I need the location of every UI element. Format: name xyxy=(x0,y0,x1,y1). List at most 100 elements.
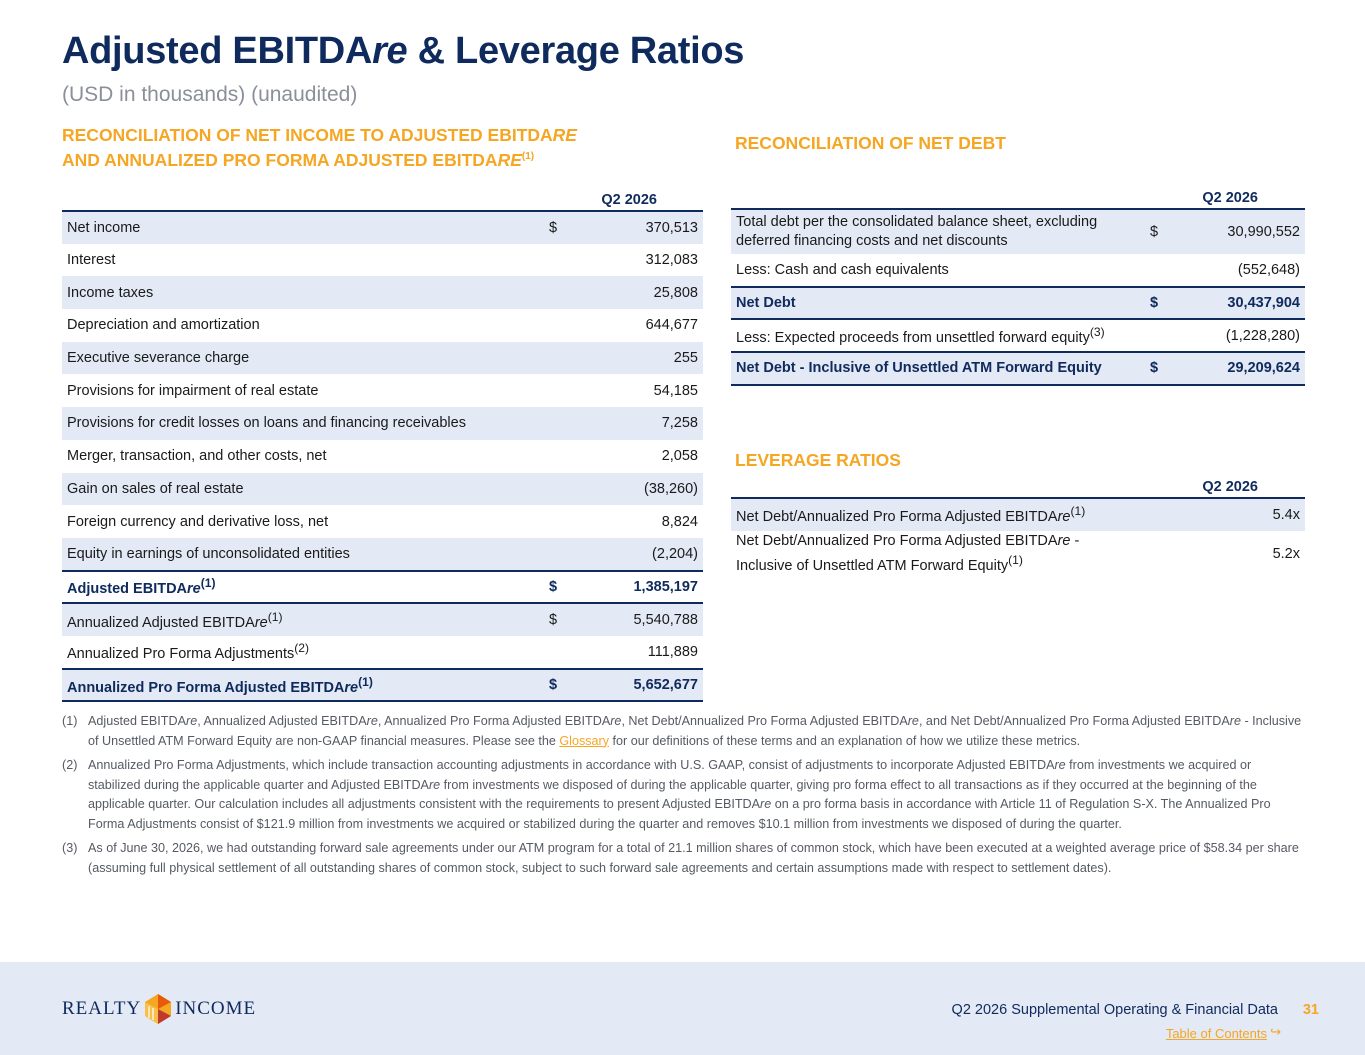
net-debt-table: Total debt per the consolidated balance … xyxy=(731,208,1305,386)
row-value: 644,677 xyxy=(645,317,698,334)
row-label: Annualized Adjusted EBITDAre(1) xyxy=(62,602,544,636)
table-row-adjusted: Adjusted EBITDAre(1) $1,385,197 xyxy=(62,569,703,604)
footnotes: (1) Adjusted EBITDAre, Annualized Adjust… xyxy=(62,712,1302,883)
row-label: Foreign currency and derivative loss, ne… xyxy=(67,513,329,530)
row-value: 7,258 xyxy=(594,407,703,440)
row-dollar: $ xyxy=(1145,285,1175,320)
row-dollar xyxy=(544,440,594,473)
row-label: Income taxes xyxy=(62,276,544,310)
row-value: 370,513 xyxy=(594,210,703,244)
footer: REALTY INCOME Q2 2026 Supplemental Opera… xyxy=(0,962,1365,1055)
table-row: Merger, transaction, and other costs, ne… xyxy=(62,440,703,473)
logo-text-right: INCOME xyxy=(175,998,257,1019)
table-row: Less: Cash and cash equivalents (552,648… xyxy=(731,254,1305,287)
row-label: Gain on sales of real estate xyxy=(62,472,544,506)
row-label: Net Debt - Inclusive of Unsettled ATM Fo… xyxy=(731,351,1145,386)
row-value: (38,260) xyxy=(594,472,703,506)
row-dollar: $ xyxy=(544,667,594,703)
footnote-1: (1) Adjusted EBITDAre, Annualized Adjust… xyxy=(62,714,1302,748)
net-debt-period-header: Q2 2026 xyxy=(1202,190,1258,206)
leverage-period-header: Q2 2026 xyxy=(1202,479,1258,495)
row-label: Less: Expected proceeds from unsettled f… xyxy=(731,318,1145,353)
row-dollar: $ xyxy=(544,210,594,244)
row-label: Net income xyxy=(62,210,544,244)
row-label: Total debt per the consolidated balance … xyxy=(731,208,1145,254)
row-value: 30,437,904 xyxy=(1175,285,1305,320)
table-row: Provisions for credit losses on loans an… xyxy=(62,407,703,440)
ebitda-reconciliation-table: Net income $370,513 Interest 312,083 Income … xyxy=(62,210,703,703)
row-label: Less: Cash and cash equivalents xyxy=(736,261,949,278)
row-value: 255 xyxy=(594,341,703,375)
table-row: Net Debt/Annualized Pro Forma Adjusted E… xyxy=(731,531,1305,577)
row-value: 5.2x xyxy=(1272,545,1300,562)
page-subtitle: (USD in thousands) (unaudited) xyxy=(62,83,358,106)
return-arrow-icon[interactable]: ↪ xyxy=(1270,1024,1281,1040)
page-title: Adjusted EBITDAre & Leverage Ratios xyxy=(62,30,745,72)
document-title: Q2 2026 Supplemental Operating & Financi… xyxy=(951,1002,1278,1018)
table-row: Provisions for impairment of real estate… xyxy=(62,374,703,407)
row-dollar xyxy=(1145,318,1175,353)
row-dollar xyxy=(544,374,594,407)
table-row: Gain on sales of real estate (38,260) xyxy=(62,472,703,506)
row-value: 29,209,624 xyxy=(1175,351,1305,386)
table-row: Interest 312,083 xyxy=(62,244,703,277)
leverage-ratios-heading: LEVERAGE RATIOS xyxy=(735,450,901,470)
row-label: Net Debt/Annualized Pro Forma Adjusted E… xyxy=(736,532,1080,574)
row-label: Interest xyxy=(67,252,116,269)
table-row: Net Debt/Annualized Pro Forma Adjusted E… xyxy=(731,497,1305,531)
row-dollar xyxy=(544,244,594,277)
row-label: Annualized Pro Forma Adjustments(2) xyxy=(67,641,310,663)
row-value: (2,204) xyxy=(594,537,703,571)
row-label: Executive severance charge xyxy=(62,341,544,375)
table-of-contents-link[interactable]: Table of Contents xyxy=(1166,1026,1267,1041)
footnote-3: (3) As of June 30, 2026, we had outstand… xyxy=(62,841,1299,875)
table-row-annualized: Annualized Adjusted EBITDAre(1) $5,540,78… xyxy=(62,602,703,636)
glossary-link[interactable]: Glossary xyxy=(559,734,609,748)
row-dollar xyxy=(544,309,594,342)
row-dollar: $ xyxy=(544,602,594,636)
net-debt-heading: RECONCILIATION OF NET DEBT xyxy=(735,133,1006,153)
realty-income-logo: REALTY INCOME xyxy=(62,992,256,1026)
row-value: 2,058 xyxy=(661,448,698,465)
row-value: 8,824 xyxy=(661,513,698,530)
row-value: 1,385,197 xyxy=(594,569,703,604)
row-value: 5.4x xyxy=(1250,497,1305,531)
ebitda-period-header: Q2 2026 xyxy=(601,192,657,208)
row-value: 30,990,552 xyxy=(1175,208,1305,254)
row-dollar xyxy=(544,341,594,375)
page-number: 31 xyxy=(1302,1002,1319,1018)
row-dollar: $ xyxy=(544,569,594,604)
row-label: Provisions for credit losses on loans an… xyxy=(62,407,544,440)
row-value: (552,648) xyxy=(1237,261,1300,278)
table-row: Net Debt - Inclusive of Unsettled ATM Fo… xyxy=(731,351,1305,386)
table-row: Net Debt $ 30,437,904 xyxy=(731,285,1305,320)
row-dollar xyxy=(1145,254,1175,287)
table-row: Foreign currency and derivative loss, ne… xyxy=(62,505,703,538)
table-row-pro-forma-total: Annualized Pro Forma Adjusted EBITDAre(1… xyxy=(62,667,703,703)
table-row: Less: Expected proceeds from unsettled f… xyxy=(731,318,1305,353)
row-label: Annualized Pro Forma Adjusted EBITDAre(1… xyxy=(62,667,544,703)
row-dollar xyxy=(544,537,594,571)
row-label: Adjusted EBITDAre(1) xyxy=(62,569,544,604)
row-label: Net Debt xyxy=(731,285,1145,320)
row-label: Depreciation and amortization xyxy=(67,317,260,334)
row-dollar xyxy=(544,276,594,310)
row-dollar xyxy=(544,472,594,506)
row-label: Net Debt/Annualized Pro Forma Adjusted E… xyxy=(731,497,1251,531)
row-dollar: $ xyxy=(1145,351,1175,386)
row-value: (1,228,280) xyxy=(1175,318,1305,353)
footnote-2: (2) Annualized Pro Forma Adjustments, wh… xyxy=(62,758,1271,831)
row-value: 111,889 xyxy=(647,643,698,660)
row-dollar xyxy=(544,407,594,440)
table-row: Executive severance charge 255 xyxy=(62,341,703,375)
row-value: 312,083 xyxy=(645,252,698,269)
row-label: Merger, transaction, and other costs, ne… xyxy=(67,448,327,465)
logo-text-left: REALTY xyxy=(62,998,142,1019)
row-dollar: $ xyxy=(1145,208,1175,254)
table-row: Income taxes 25,808 xyxy=(62,276,703,310)
ebitda-reconciliation-heading: RECONCILIATION OF NET INCOME TO ADJUSTED… xyxy=(62,125,577,170)
row-dollar xyxy=(544,505,594,538)
table-row-pro-forma-adj: Annualized Pro Forma Adjustments(2) 111,8… xyxy=(62,636,703,669)
logo-mark-icon xyxy=(145,994,172,1024)
table-row: Total debt per the consolidated balance … xyxy=(731,208,1305,254)
